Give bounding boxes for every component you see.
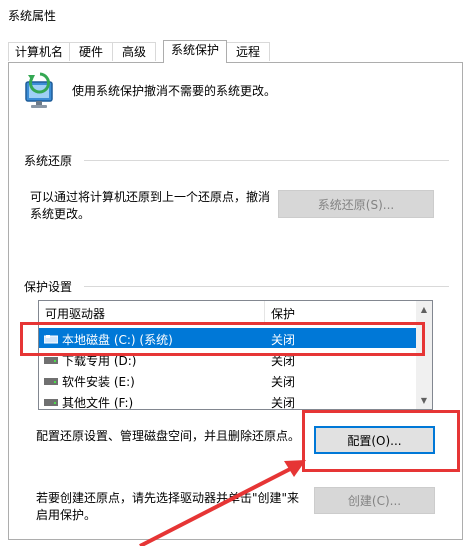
drive-status: 关闭: [271, 375, 296, 389]
tab-advanced[interactable]: 高级: [112, 42, 156, 61]
window-title: 系统属性: [8, 9, 57, 23]
create-button[interactable]: 创建(C)...: [314, 487, 435, 514]
list-scrollbar[interactable]: ▲ ▼: [416, 301, 432, 409]
tab-remote[interactable]: 远程: [226, 42, 270, 61]
system-protection-icon: [20, 72, 60, 112]
drive-icon: [44, 396, 58, 406]
drive-name: 软件安装 (E:): [62, 375, 135, 389]
restore-section-title: 系统还原: [24, 154, 73, 168]
tab-system-protection[interactable]: 系统保护: [163, 40, 227, 63]
configure-text: 配置还原设置、管理磁盘空间，并且删除还原点。: [36, 429, 301, 443]
column-separator: [264, 301, 265, 322]
drive-name: 本地磁盘 (C:) (系统): [62, 333, 173, 347]
drive-row-f[interactable]: 其他文件 (F:) 关闭: [39, 391, 417, 410]
drive-row-e[interactable]: 软件安装 (E:) 关闭: [39, 370, 417, 390]
system-restore-button[interactable]: 系统还原(S)...: [278, 190, 434, 218]
drive-icon: [44, 375, 58, 385]
scroll-down-arrow-icon[interactable]: ▼: [416, 392, 432, 409]
drive-name: 下载专用 (D:): [62, 354, 137, 368]
drive-status: 关闭: [271, 396, 296, 410]
drive-icon: [44, 354, 58, 364]
title-bar: 系统属性: [0, 0, 471, 30]
drive-row-c[interactable]: 本地磁盘 (C:) (系统) 关闭: [39, 328, 417, 348]
list-header: 可用驱动器 保护: [39, 301, 417, 323]
tab-strip: 计算机名 硬件 高级 系统保护 远程: [0, 40, 471, 63]
drive-status: 关闭: [271, 354, 296, 368]
column-header-status[interactable]: 保护: [271, 305, 295, 322]
restore-desc-line2: 系统更改。: [30, 207, 91, 221]
configure-button[interactable]: 配置(O)...: [314, 426, 435, 454]
protection-divider: [84, 286, 449, 287]
restore-divider: [84, 160, 449, 161]
system-drive-icon: [43, 333, 59, 344]
protection-section-title: 保护设置: [24, 280, 73, 294]
intro-text: 使用系统保护撤消不需要的系统更改。: [72, 84, 277, 98]
column-header-drive[interactable]: 可用驱动器: [45, 305, 105, 322]
drive-status: 关闭: [271, 333, 296, 347]
tab-hardware[interactable]: 硬件: [69, 42, 113, 61]
create-text-line1: 若要创建还原点，请先选择驱动器并单击"创建"来: [36, 491, 300, 505]
drive-row-d[interactable]: 下载专用 (D:) 关闭: [39, 349, 417, 369]
tab-computer-name[interactable]: 计算机名: [8, 42, 70, 61]
drive-list[interactable]: 可用驱动器 保护 本地磁盘 (C:) (系统) 关闭 下载专用 (D:) 关闭 …: [38, 300, 433, 410]
restore-desc-line1: 可以通过将计算机还原到上一个还原点，撤消: [30, 190, 271, 204]
create-text-line2: 启用保护。: [36, 508, 97, 522]
drive-name: 其他文件 (F:): [62, 396, 134, 410]
scroll-up-arrow-icon[interactable]: ▲: [416, 301, 432, 318]
